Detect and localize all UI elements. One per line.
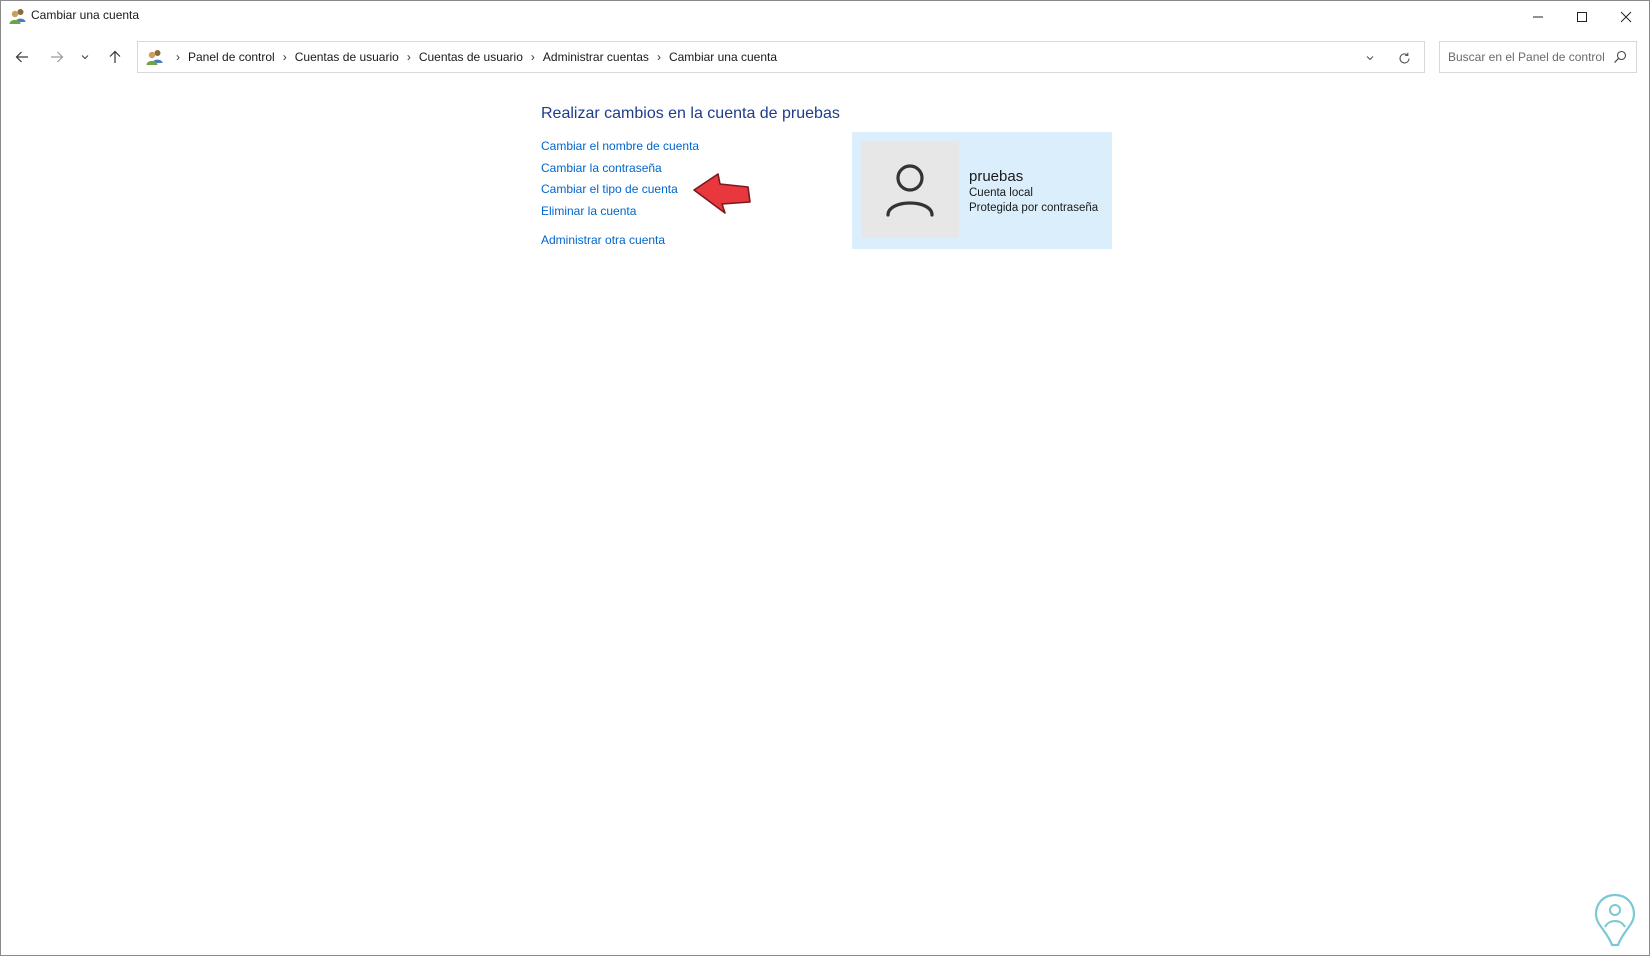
change-account-name-link[interactable]: Cambiar el nombre de cuenta [541, 139, 699, 153]
recent-locations-button[interactable] [73, 43, 97, 71]
minimize-icon [1533, 16, 1543, 17]
back-button[interactable] [8, 43, 36, 71]
account-status: Protegida por contraseña [969, 202, 1099, 214]
avatar [861, 141, 959, 238]
breadcrumb: › Panel de control › Cuentas de usuario … [168, 42, 777, 72]
breadcrumb-cuentas-de-usuario-2[interactable]: Cuentas de usuario [419, 50, 523, 64]
chevron-right-icon[interactable]: › [283, 50, 287, 64]
breadcrumb-panel-de-control[interactable]: Panel de control [188, 50, 275, 64]
title-bar: Cambiar una cuenta [1, 1, 1649, 32]
chevron-down-icon [1366, 56, 1374, 61]
close-button[interactable] [1603, 1, 1649, 32]
account-card: pruebas Cuenta local Protegida por contr… [852, 132, 1112, 249]
breadcrumb-administrar-cuentas[interactable]: Administrar cuentas [543, 50, 649, 64]
arrow-up-icon [109, 50, 121, 63]
chevron-down-icon [81, 55, 89, 60]
address-dropdown-button[interactable] [1360, 48, 1380, 68]
account-type: Cuenta local [969, 187, 1033, 199]
minimize-button[interactable] [1515, 1, 1561, 32]
search-input[interactable] [1440, 42, 1608, 72]
maximize-icon [1577, 11, 1587, 22]
search-icon[interactable] [1612, 49, 1628, 65]
users-icon [9, 7, 27, 25]
chevron-right-icon[interactable]: › [407, 50, 411, 64]
arrow-right-icon [51, 51, 64, 63]
refresh-icon [1398, 52, 1410, 64]
breadcrumb-cuentas-de-usuario[interactable]: Cuentas de usuario [295, 50, 399, 64]
logo-icon [1594, 893, 1636, 947]
account-name: pruebas [969, 168, 1024, 185]
manage-another-account-link[interactable]: Administrar otra cuenta [541, 233, 665, 247]
search-box[interactable] [1439, 41, 1637, 73]
user-icon [886, 163, 934, 217]
maximize-button[interactable] [1559, 1, 1605, 32]
window-title: Cambiar una cuenta [31, 8, 140, 22]
chevron-right-icon[interactable]: › [531, 50, 535, 64]
refresh-button[interactable] [1394, 48, 1414, 68]
red-arrow-icon [693, 173, 751, 214]
users-icon [146, 48, 164, 66]
forward-button[interactable] [43, 43, 71, 71]
delete-account-link[interactable]: Eliminar la cuenta [541, 204, 636, 218]
up-button[interactable] [101, 43, 129, 71]
chevron-right-icon[interactable]: › [657, 50, 661, 64]
change-account-type-link[interactable]: Cambiar el tipo de cuenta [541, 182, 678, 196]
change-password-link[interactable]: Cambiar la contraseña [541, 161, 662, 175]
chevron-right-icon[interactable]: › [176, 50, 180, 64]
page-title: Realizar cambios en la cuenta de pruebas [541, 105, 840, 122]
close-icon [1620, 11, 1632, 22]
control-panel-window: Cambiar una cuenta › Panel de control › … [0, 0, 1650, 956]
navigation-bar: › Panel de control › Cuentas de usuario … [1, 39, 1649, 75]
breadcrumb-cambiar-una-cuenta[interactable]: Cambiar una cuenta [669, 50, 777, 64]
address-bar[interactable]: › Panel de control › Cuentas de usuario … [137, 41, 1425, 73]
arrow-left-icon [15, 51, 28, 63]
